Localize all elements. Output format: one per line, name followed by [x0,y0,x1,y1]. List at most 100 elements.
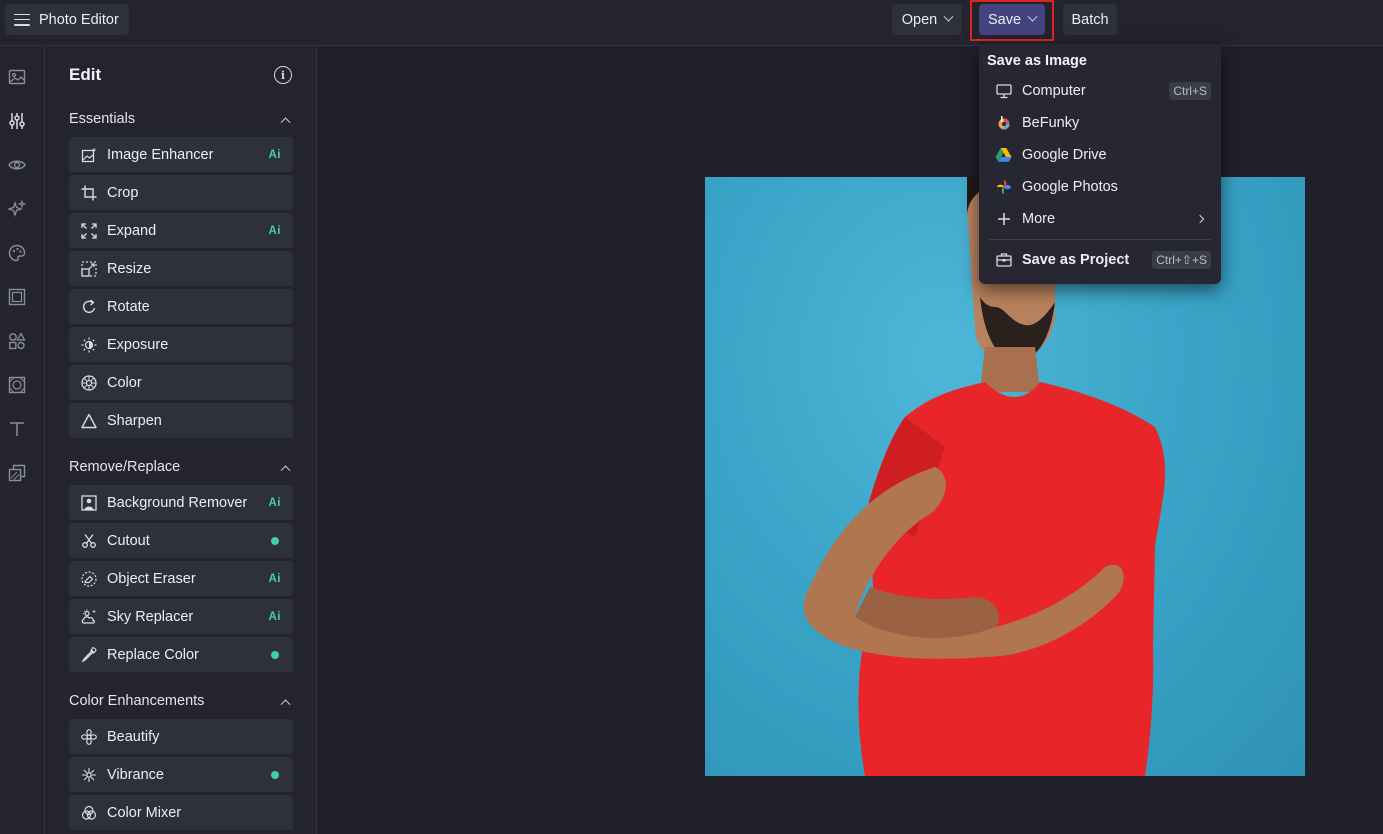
tool-color[interactable]: Color [69,365,293,400]
tool-rotate[interactable]: Rotate [69,289,293,324]
save-computer-item[interactable]: Computer Ctrl+S [987,76,1213,106]
tool-label: Sharpen [107,412,162,429]
shapes-icon[interactable] [7,331,27,351]
app-menu-button[interactable]: Photo Editor [5,4,129,35]
panel-title: Edit [69,65,102,84]
save-button[interactable]: Save [979,4,1045,35]
open-label: Open [901,11,938,28]
briefcase-icon [995,252,1012,269]
chevron-down-icon [1027,11,1038,22]
sky-icon [81,609,97,625]
tool-label: Cutout [107,532,150,549]
ai-badge: Ai [268,610,281,623]
resize-icon [81,260,97,277]
tool-replace-color[interactable]: Replace Color [69,637,293,672]
tool-label: Beautify [107,728,160,745]
new-indicator-dot [271,536,279,545]
section-color-enhancements[interactable]: Color Enhancements [69,691,293,711]
save-google-drive-item[interactable]: Google Drive [987,140,1213,170]
tool-expand[interactable]: Expand Ai [69,213,293,248]
edit-panel: Edit i Essentials Image Enhancer Ai Crop… [45,47,317,834]
crop-icon [81,185,97,201]
palette-icon[interactable] [7,243,27,263]
save-befunky-item[interactable]: BeFunky [987,108,1213,138]
batch-button[interactable]: Batch [1063,4,1117,35]
tool-label: Replace Color [107,646,199,663]
tool-color-mixer[interactable]: Color Mixer [69,795,293,830]
image-icon[interactable] [7,67,27,87]
tool-background-remover[interactable]: Background Remover Ai [69,485,293,520]
save-as-project-item[interactable]: Save as Project Ctrl+⇧+S [987,245,1213,275]
eyedropper-icon [81,646,97,663]
menu-item-label: BeFunky [1022,115,1080,131]
batch-label: Batch [1071,11,1109,28]
tool-label: Color [107,374,142,391]
chevron-up-icon [280,116,291,127]
google-drive-icon [995,147,1012,164]
monitor-icon [995,83,1012,100]
menu-item-label: Save as Project [1022,252,1130,268]
menu-item-label: More [1022,211,1056,227]
new-indicator-dot [271,650,279,659]
text-icon[interactable] [7,419,27,439]
chevron-right-icon [1195,214,1205,224]
tool-label: Color Mixer [107,804,182,821]
tool-beautify[interactable]: Beautify [69,719,293,754]
exposure-icon [81,337,97,353]
google-photos-icon [995,179,1012,196]
section-remove-replace[interactable]: Remove/Replace [69,457,293,477]
tool-resize[interactable]: Resize [69,251,293,286]
frame-icon[interactable] [7,287,27,307]
tool-object-eraser[interactable]: Object Eraser Ai [69,561,293,596]
menu-divider [989,239,1211,240]
color-mixer-icon [81,805,97,821]
tool-label: Image Enhancer [107,146,214,163]
ai-badge: Ai [268,496,281,509]
menu-item-label: Google Drive [1022,147,1107,163]
chevron-up-icon [280,698,291,709]
sparkle-icon[interactable] [7,199,27,219]
save-label: Save [987,11,1022,28]
color-wheel-icon [81,374,97,391]
save-more-item[interactable]: More [987,204,1213,234]
tool-label: Rotate [107,298,150,315]
save-google-photos-item[interactable]: Google Photos [987,172,1213,202]
section-essentials[interactable]: Essentials [69,109,293,129]
tool-cutout[interactable]: Cutout [69,523,293,558]
tool-sky-replacer[interactable]: Sky Replacer Ai [69,599,293,634]
section-title: Color Enhancements [69,693,205,709]
tool-sharpen[interactable]: Sharpen [69,403,293,438]
befunky-logo-icon [995,115,1012,132]
texture-icon[interactable] [7,375,27,395]
eye-icon[interactable] [7,155,27,175]
shortcut-badge: Ctrl+S [1169,82,1211,100]
tool-rail [0,47,45,834]
image-enhancer-icon [81,147,97,163]
object-eraser-icon [81,570,97,587]
rotate-icon [81,299,97,315]
save-dropdown-menu: Save as Image Computer Ctrl+S BeFunky Go… [979,44,1221,284]
hamburger-icon [14,13,30,26]
shortcut-badge: Ctrl+⇧+S [1152,251,1211,269]
tool-image-enhancer[interactable]: Image Enhancer Ai [69,137,293,172]
tool-label: Exposure [107,336,169,353]
tool-exposure[interactable]: Exposure [69,327,293,362]
layers-icon[interactable] [7,463,27,483]
tool-crop[interactable]: Crop [69,175,293,210]
menu-item-label: Google Photos [1022,179,1118,195]
section-title: Essentials [69,111,136,127]
info-icon[interactable]: i [274,66,292,84]
app-title: Photo Editor [39,11,119,28]
ai-badge: Ai [268,224,281,237]
tool-label: Object Eraser [107,570,196,587]
dropdown-heading: Save as Image [987,53,1087,69]
chevron-up-icon [280,464,291,475]
tool-label: Vibrance [107,766,164,783]
vibrance-icon [81,767,97,783]
tool-vibrance[interactable]: Vibrance [69,757,293,792]
expand-icon [81,222,97,239]
open-button[interactable]: Open [892,4,962,35]
chevron-down-icon [943,11,954,22]
tool-label: Expand [107,222,157,239]
sliders-icon[interactable] [7,111,27,131]
